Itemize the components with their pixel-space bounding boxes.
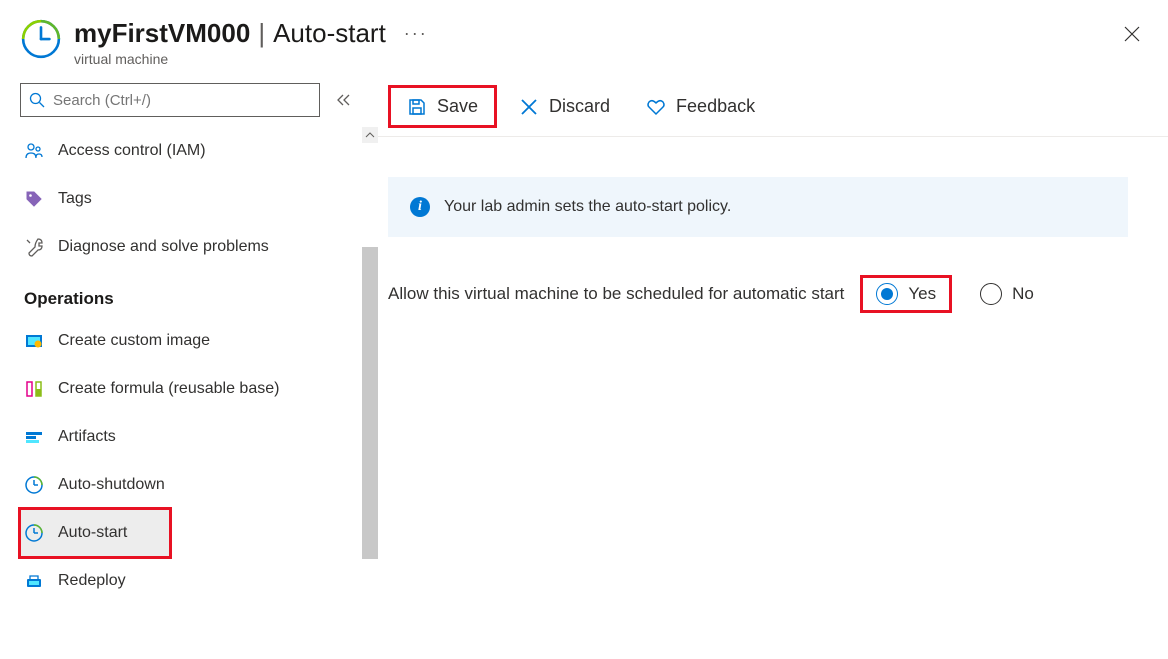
nav-label: Access control (IAM) xyxy=(58,142,206,160)
resource-type: virtual machine xyxy=(74,51,1104,67)
auto-start-setting: Allow this virtual machine to be schedul… xyxy=(388,277,1168,311)
heart-icon xyxy=(646,97,666,117)
nav-create-custom-image[interactable]: Create custom image xyxy=(20,317,362,365)
radio-no-circle xyxy=(980,283,1002,305)
blade-header: myFirstVM000 | Auto-start ··· virtual ma… xyxy=(0,0,1168,77)
clock-resource-icon xyxy=(20,18,62,60)
save-button[interactable]: Save xyxy=(393,90,492,123)
nav-label: Create formula (reusable base) xyxy=(58,380,279,398)
nav-group-operations: Operations xyxy=(20,271,362,317)
redeploy-icon xyxy=(24,571,44,591)
main-panel: Save Discard Feedback i Your lab admin s… xyxy=(362,77,1168,656)
nav-label: Create custom image xyxy=(58,332,210,350)
collapse-sidebar-button[interactable] xyxy=(334,93,354,107)
close-button[interactable] xyxy=(1116,18,1148,50)
radio-yes[interactable]: Yes xyxy=(862,277,950,311)
save-label: Save xyxy=(437,96,478,117)
page-subtitle: Auto-start xyxy=(273,18,386,49)
nav-label: Auto-shutdown xyxy=(58,476,165,494)
discard-button[interactable]: Discard xyxy=(505,90,624,123)
command-bar: Save Discard Feedback xyxy=(362,77,1168,137)
save-icon xyxy=(407,97,427,117)
nav-list: Access control (IAM) Tags Diagnose and s… xyxy=(20,127,362,605)
resource-name: myFirstVM000 xyxy=(74,18,250,49)
clock-shutdown-icon xyxy=(24,475,44,495)
scroll-up-arrow[interactable] xyxy=(362,127,378,143)
sidebar: Access control (IAM) Tags Diagnose and s… xyxy=(0,77,362,656)
nav-diagnose[interactable]: Diagnose and solve problems xyxy=(20,223,362,271)
discard-icon xyxy=(519,97,539,117)
radio-no-label: No xyxy=(1012,284,1034,304)
title-separator: | xyxy=(258,18,265,49)
sidebar-search[interactable] xyxy=(20,83,320,117)
clock-start-icon xyxy=(24,523,44,543)
people-icon xyxy=(24,141,44,161)
search-input[interactable] xyxy=(53,92,311,109)
scroll-thumb[interactable] xyxy=(362,247,378,559)
nav-auto-shutdown[interactable]: Auto-shutdown xyxy=(20,461,362,509)
setting-label: Allow this virtual machine to be schedul… xyxy=(388,284,844,304)
info-icon: i xyxy=(410,197,430,217)
nav-auto-start[interactable]: Auto-start xyxy=(20,509,170,557)
nav-label: Diagnose and solve problems xyxy=(58,238,269,256)
save-highlight: Save xyxy=(388,85,497,128)
custom-image-icon xyxy=(24,331,44,351)
nav-create-formula[interactable]: Create formula (reusable base) xyxy=(20,365,362,413)
info-text: Your lab admin sets the auto-start polic… xyxy=(444,198,731,216)
more-icon[interactable]: ··· xyxy=(404,23,428,44)
nav-access-control[interactable]: Access control (IAM) xyxy=(20,127,362,175)
nav-artifacts[interactable]: Artifacts xyxy=(20,413,362,461)
discard-label: Discard xyxy=(549,96,610,117)
formula-icon xyxy=(24,379,44,399)
search-icon xyxy=(29,92,45,108)
radio-no[interactable]: No xyxy=(968,279,1046,309)
feedback-label: Feedback xyxy=(676,96,755,117)
nav-label: Auto-start xyxy=(58,524,127,542)
artifacts-icon xyxy=(24,427,44,447)
nav-label: Artifacts xyxy=(58,428,116,446)
nav-label: Redeploy xyxy=(58,572,126,590)
nav-redeploy[interactable]: Redeploy xyxy=(20,557,362,605)
info-banner: i Your lab admin sets the auto-start pol… xyxy=(388,177,1128,237)
radio-yes-circle xyxy=(876,283,898,305)
scrollbar[interactable] xyxy=(362,127,378,605)
nav-tags[interactable]: Tags xyxy=(20,175,362,223)
feedback-button[interactable]: Feedback xyxy=(632,90,769,123)
radio-group: Yes No xyxy=(862,277,1045,311)
radio-yes-label: Yes xyxy=(908,284,936,304)
nav-label: Tags xyxy=(58,190,92,208)
wrench-icon xyxy=(24,237,44,257)
tag-icon xyxy=(24,189,44,209)
